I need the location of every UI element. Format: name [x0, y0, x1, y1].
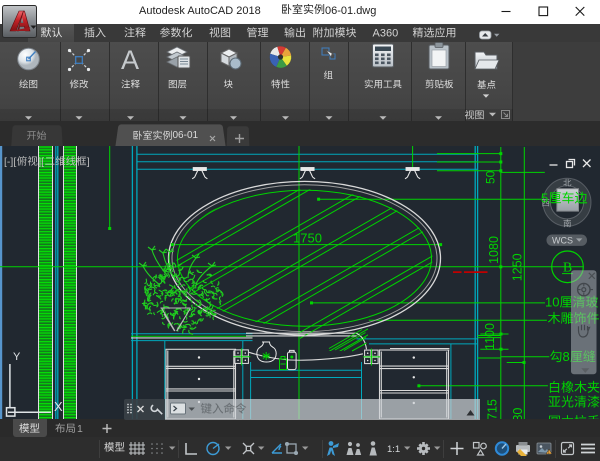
svg-text:30: 30 [511, 408, 525, 419]
svg-text:50: 50 [484, 170, 498, 184]
svg-text:1:1: 1:1 [387, 444, 400, 455]
svg-text:1750: 1750 [293, 231, 322, 246]
svg-text:8: 8 [563, 349, 570, 364]
svg-text:10: 10 [545, 295, 559, 310]
svg-text:1250: 1250 [511, 253, 525, 281]
svg-text:][: ][ [38, 156, 44, 168]
svg-text:A: A [121, 45, 139, 75]
svg-text:5: 5 [541, 191, 548, 206]
svg-text:X: X [54, 399, 63, 414]
svg-text:1080: 1080 [487, 236, 501, 264]
svg-text:B: B [563, 260, 572, 275]
svg-text:715: 715 [486, 399, 500, 419]
svg-text:WCS: WCS [552, 236, 573, 246]
svg-text:1100: 1100 [483, 323, 497, 350]
svg-text:]: ] [87, 156, 90, 168]
svg-text:[-][: [-][ [4, 156, 16, 168]
svg-text:Y: Y [13, 351, 21, 363]
svg-text:!: ! [548, 450, 549, 455]
